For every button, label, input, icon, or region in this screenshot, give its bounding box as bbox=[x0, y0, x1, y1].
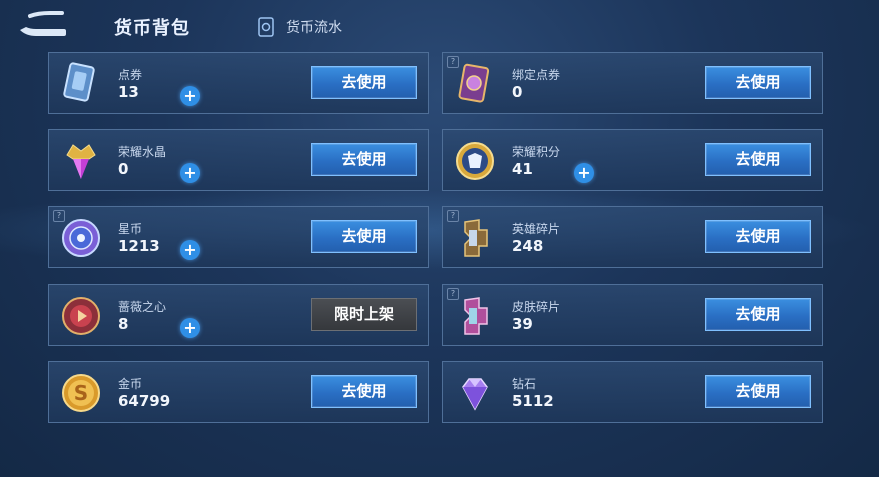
svg-text:S: S bbox=[74, 381, 88, 405]
currency-card-rose-heart: 蔷薇之心 8 + 限时上架 bbox=[48, 284, 429, 346]
add-glory-points-button[interactable]: + bbox=[574, 163, 594, 183]
currency-amount: 0 bbox=[512, 83, 523, 101]
add-glory-crystal-button[interactable]: + bbox=[180, 163, 200, 183]
use-skin-shard-button[interactable]: 去使用 bbox=[705, 298, 811, 331]
use-star-coin-button[interactable]: 去使用 bbox=[311, 220, 417, 253]
hero-shard-icon bbox=[464, 219, 488, 257]
rose-heart-icon bbox=[62, 297, 100, 335]
currency-card-diamond: 钻石 5112 去使用 bbox=[442, 361, 823, 423]
gold-coin-icon: S bbox=[62, 374, 100, 412]
limited-time-button[interactable]: 限时上架 bbox=[311, 298, 417, 331]
currency-card-glory-crystal: 荣耀水晶 0 + 去使用 bbox=[48, 129, 429, 191]
add-star-coin-button[interactable]: + bbox=[180, 240, 200, 260]
glory-crystal-icon bbox=[66, 144, 96, 179]
use-glory-points-button[interactable]: 去使用 bbox=[705, 143, 811, 176]
currency-amount: 1213 bbox=[118, 237, 160, 255]
star-coin-icon bbox=[62, 219, 100, 257]
currency-amount: 8 bbox=[118, 315, 129, 333]
currency-flow-label: 货币流水 bbox=[286, 20, 342, 36]
currency-amount: 13 bbox=[118, 83, 139, 101]
skin-shard-icon bbox=[464, 297, 488, 335]
currency-card-voucher: 点券 13 + 去使用 bbox=[48, 52, 429, 114]
ledger-icon bbox=[258, 17, 274, 37]
currency-card-star-coin: ? 星币 1213 + 去使用 bbox=[48, 206, 429, 268]
voucher-card-icon bbox=[63, 62, 95, 102]
bound-voucher-card-icon bbox=[458, 63, 490, 103]
currency-card-hero-shard: ? 英雄碎片 248 去使用 bbox=[442, 206, 823, 268]
header: 货币背包 货币流水 bbox=[0, 0, 879, 50]
add-voucher-button[interactable]: + bbox=[180, 86, 200, 106]
currency-amount: 39 bbox=[512, 315, 533, 333]
currency-card-gold-coin: S 金币 64799 去使用 bbox=[48, 361, 429, 423]
currency-name: 荣耀水晶 bbox=[118, 145, 167, 159]
currency-name: 钻石 bbox=[512, 377, 537, 391]
back-arrow-icon[interactable] bbox=[16, 10, 68, 40]
diamond-icon bbox=[462, 378, 488, 411]
currency-name: 蔷薇之心 bbox=[118, 300, 167, 314]
use-hero-shard-button[interactable]: 去使用 bbox=[705, 220, 811, 253]
currency-amount: 0 bbox=[118, 160, 129, 178]
currency-amount: 64799 bbox=[118, 392, 171, 410]
currency-amount: 5112 bbox=[512, 392, 554, 410]
currency-amount: 248 bbox=[512, 237, 544, 255]
currency-card-skin-shard: ? 皮肤碎片 39 去使用 bbox=[442, 284, 823, 346]
currency-name: 英雄碎片 bbox=[512, 222, 561, 236]
currency-name: 点券 bbox=[118, 68, 143, 82]
add-rose-heart-button[interactable]: + bbox=[180, 318, 200, 338]
currency-name: 星币 bbox=[118, 222, 143, 236]
currency-name: 皮肤碎片 bbox=[512, 300, 561, 314]
page-title: 货币背包 bbox=[114, 18, 190, 39]
use-glory-crystal-button[interactable]: 去使用 bbox=[311, 143, 417, 176]
currency-card-bound-voucher: ? 绑定点券 0 去使用 bbox=[442, 52, 823, 114]
currency-name: 绑定点券 bbox=[512, 68, 561, 82]
use-diamond-button[interactable]: 去使用 bbox=[705, 375, 811, 408]
use-bound-voucher-button[interactable]: 去使用 bbox=[705, 66, 811, 99]
currency-name: 金币 bbox=[118, 377, 143, 391]
currency-amount: 41 bbox=[512, 160, 533, 178]
currency-flow-link[interactable]: 货币流水 bbox=[258, 16, 342, 38]
glory-points-icon bbox=[456, 142, 494, 180]
use-gold-coin-button[interactable]: 去使用 bbox=[311, 375, 417, 408]
use-voucher-button[interactable]: 去使用 bbox=[311, 66, 417, 99]
currency-card-glory-points: 荣耀积分 41 + 去使用 bbox=[442, 129, 823, 191]
currency-name: 荣耀积分 bbox=[512, 145, 561, 159]
